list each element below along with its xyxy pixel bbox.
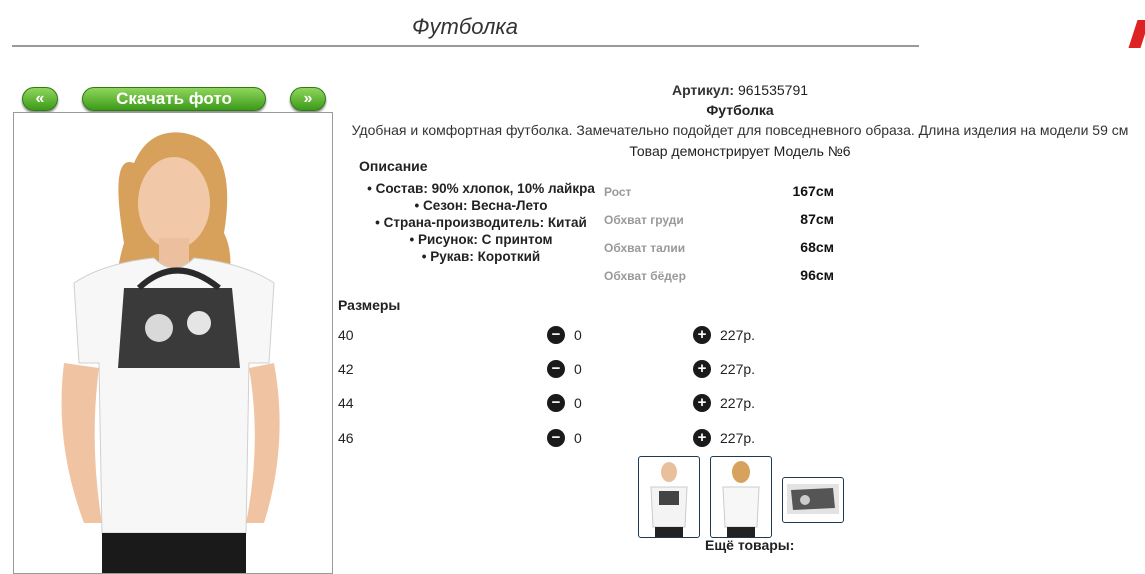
model-measurements: Рост 167см Обхват груди 87см Обхват тали… (604, 180, 834, 292)
more-products-heading: Ещё товары: (705, 537, 795, 553)
measurement-label: Обхват груди (604, 213, 684, 227)
next-photo-button[interactable]: » (290, 87, 326, 111)
size-row: 44 − 0 + 227р. (338, 394, 778, 415)
measurement-value: 87см (800, 211, 834, 227)
measurement-row: Рост 167см (604, 180, 834, 208)
increase-quantity-button[interactable]: + (693, 326, 711, 344)
size-label: 42 (338, 361, 354, 377)
attributes-list: Состав: 90% хлопок, 10% лайкра Сезон: Ве… (360, 180, 602, 265)
measurement-label: Обхват талии (604, 241, 686, 255)
size-label: 46 (338, 430, 354, 446)
size-row: 40 − 0 + 227р. (338, 326, 778, 347)
size-row: 42 − 0 + 227р. (338, 360, 778, 381)
decrease-quantity-button[interactable]: − (547, 360, 565, 378)
product-photo[interactable] (13, 112, 333, 574)
attribute-item: Рукав: Короткий (360, 248, 602, 265)
measurement-row: Обхват груди 87см (604, 208, 834, 236)
measurement-value: 68см (800, 239, 834, 255)
measurement-row: Обхват бёдер 96см (604, 264, 834, 292)
quantity-value: 0 (574, 361, 582, 377)
thumbnail-front[interactable] (638, 456, 700, 538)
product-name: Футболка (706, 102, 774, 118)
article-value: 961535791 (737, 82, 809, 98)
increase-quantity-button[interactable]: + (693, 394, 711, 412)
price: 227р. (720, 361, 756, 377)
decrease-quantity-button[interactable]: − (547, 326, 565, 344)
quantity-value: 0 (574, 327, 582, 343)
article-line: Артикул: 961535791 (335, 82, 1145, 98)
measurement-value: 167см (792, 183, 834, 199)
attribute-item: Страна-производитель: Китай (360, 214, 602, 231)
decrease-quantity-button[interactable]: − (547, 394, 565, 412)
thumbnail-print-detail[interactable] (782, 477, 844, 523)
quantity-value: 0 (574, 395, 582, 411)
close-icon[interactable] (1128, 20, 1145, 48)
decrease-quantity-button[interactable]: − (547, 429, 565, 447)
size-row: 46 − 0 + 227р. (338, 429, 778, 450)
measurement-row: Обхват талии 68см (604, 236, 834, 264)
attribute-item: Рисунок: С принтом (360, 231, 602, 248)
product-description: Удобная и комфортная футболка. Замечател… (351, 122, 1129, 138)
increase-quantity-button[interactable]: + (693, 429, 711, 447)
thumbnail-back[interactable] (710, 456, 772, 538)
prev-photo-button[interactable]: « (22, 87, 58, 111)
price: 227р. (720, 395, 756, 411)
model-info: Товар демонстрирует Модель №6 (629, 143, 851, 159)
article-label: Артикул: (671, 82, 735, 98)
size-label: 44 (338, 395, 354, 411)
title-divider (12, 45, 919, 47)
download-photo-button[interactable]: Скачать фото (82, 87, 266, 111)
price: 227р. (720, 327, 756, 343)
measurement-value: 96см (800, 267, 834, 283)
description-heading: Описание (359, 158, 428, 174)
increase-quantity-button[interactable]: + (693, 360, 711, 378)
size-label: 40 (338, 327, 354, 343)
measurement-label: Рост (604, 185, 632, 199)
attribute-item: Сезон: Весна-Лето (360, 197, 602, 214)
quantity-value: 0 (574, 430, 582, 446)
attribute-item: Состав: 90% хлопок, 10% лайкра (360, 180, 602, 197)
page-title: Футболка (412, 14, 518, 39)
price: 227р. (720, 430, 756, 446)
sizes-heading: Размеры (338, 297, 401, 313)
measurement-label: Обхват бёдер (604, 269, 686, 283)
